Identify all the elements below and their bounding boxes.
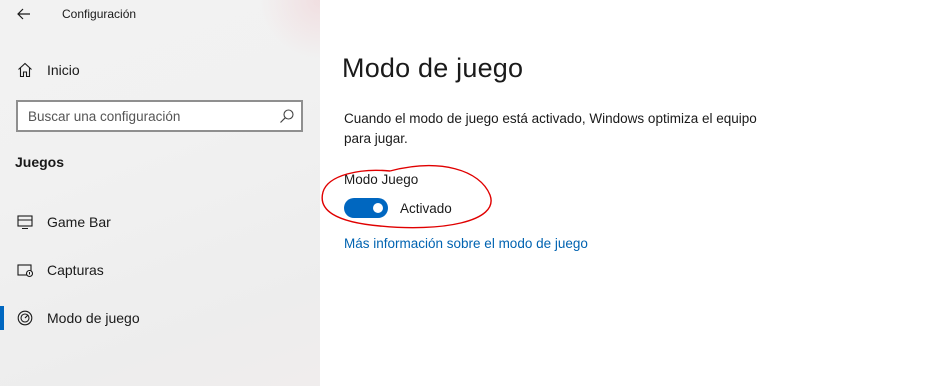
more-info-link[interactable]: Más información sobre el modo de juego xyxy=(344,236,588,251)
capture-icon xyxy=(16,261,34,279)
page-title: Modo de juego xyxy=(342,53,524,83)
main-content: Modo de juego Cuando el modo de juego es… xyxy=(320,0,935,386)
sidebar-item-label: Capturas xyxy=(47,262,104,278)
sidebar-item-capturas[interactable]: Capturas xyxy=(0,250,320,290)
back-button[interactable] xyxy=(12,4,36,24)
sidebar-item-label: Inicio xyxy=(47,62,80,78)
sidebar-item-modo-de-juego[interactable]: Modo de juego xyxy=(0,298,320,338)
sidebar: Configuración Inicio Buscar una configur… xyxy=(0,0,320,386)
selection-indicator xyxy=(0,306,4,330)
sidebar-item-label: Modo de juego xyxy=(47,310,140,326)
game-mode-toggle[interactable] xyxy=(344,198,388,218)
sidebar-item-game-bar[interactable]: Game Bar xyxy=(0,202,320,242)
search-icon[interactable] xyxy=(279,108,295,124)
title-bar: Configuración xyxy=(0,0,320,30)
search-input[interactable]: Buscar una configuración xyxy=(16,100,303,132)
sidebar-item-label: Game Bar xyxy=(47,214,111,230)
search-placeholder: Buscar una configuración xyxy=(28,109,181,124)
window-title: Configuración xyxy=(62,7,137,21)
game-bar-icon xyxy=(16,213,34,231)
toggle-knob xyxy=(373,203,383,213)
section-title: Juegos xyxy=(15,154,65,170)
game-mode-icon xyxy=(16,309,34,327)
page-description: Cuando el modo de juego está activado, W… xyxy=(344,111,757,146)
sidebar-item-inicio[interactable]: Inicio xyxy=(0,50,320,90)
home-icon xyxy=(16,61,34,79)
toggle-state-text: Activado xyxy=(400,201,452,216)
game-mode-toggle-label: Modo Juego xyxy=(344,172,419,187)
back-arrow-icon xyxy=(17,8,30,20)
